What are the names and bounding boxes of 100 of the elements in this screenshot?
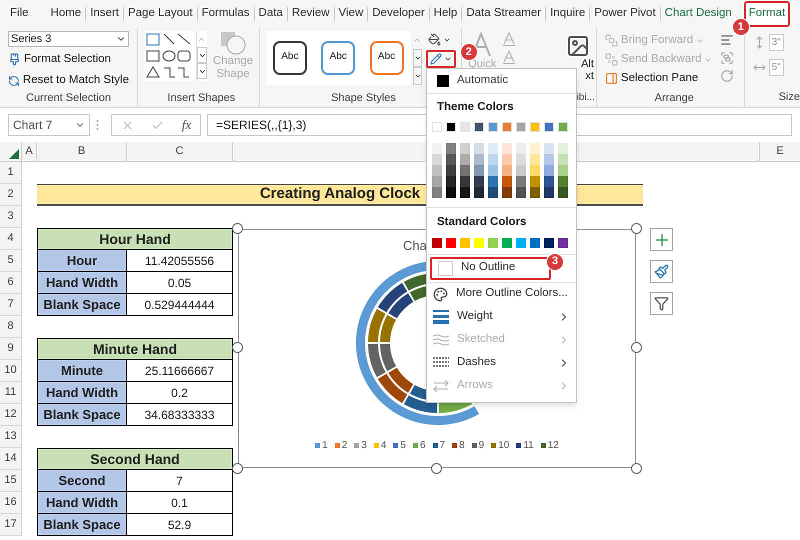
color-swatch[interactable] [474, 143, 484, 154]
color-swatch[interactable] [488, 187, 498, 198]
color-swatch[interactable] [446, 154, 456, 166]
color-swatch[interactable] [460, 154, 470, 166]
color-swatch[interactable] [544, 176, 554, 188]
column-header[interactable]: E [760, 142, 800, 161]
color-swatch[interactable] [558, 154, 568, 166]
row-header[interactable]: 16 [0, 492, 21, 514]
color-swatch[interactable] [502, 154, 512, 166]
ribbon-tab[interactable]: Format [744, 1, 790, 27]
ribbon-tab[interactable]: Power Pivot [590, 1, 660, 27]
color-swatch[interactable] [446, 238, 456, 248]
color-swatch[interactable] [516, 154, 526, 166]
chart-filters-button[interactable] [650, 292, 673, 315]
color-swatch[interactable] [432, 176, 442, 188]
menu-item[interactable]: Dashes [427, 352, 576, 374]
color-swatch[interactable] [488, 165, 498, 176]
gallery-down-button[interactable] [197, 47, 207, 63]
color-swatch[interactable] [446, 165, 456, 176]
ribbon-tab[interactable]: Insert [86, 1, 123, 27]
ribbon-tab[interactable]: Home [46, 1, 86, 27]
color-swatch[interactable] [544, 165, 554, 176]
color-swatch[interactable] [516, 238, 526, 248]
gallery-more-button[interactable] [197, 63, 207, 79]
check-icon[interactable] [151, 118, 164, 132]
color-swatch[interactable] [516, 122, 526, 132]
select-all-icon[interactable] [9, 149, 19, 159]
color-swatch[interactable] [460, 238, 470, 248]
color-swatch[interactable] [544, 187, 554, 198]
color-swatch[interactable] [544, 143, 554, 154]
color-swatch[interactable] [432, 187, 442, 198]
color-swatch[interactable] [432, 143, 442, 154]
ribbon-tab[interactable]: Review [288, 1, 334, 27]
row-header[interactable]: 4 [0, 228, 21, 250]
shape-style-sample[interactable]: Abc [370, 41, 404, 75]
color-swatch[interactable] [432, 154, 442, 166]
color-swatch[interactable] [516, 187, 526, 198]
row-header[interactable]: 17 [0, 514, 21, 536]
color-swatch[interactable] [516, 176, 526, 188]
ribbon-tab[interactable]: Page Layout [124, 1, 197, 27]
color-swatch[interactable] [432, 165, 442, 176]
color-swatch[interactable] [474, 187, 484, 198]
automatic-color-item[interactable]: Automatic [427, 69, 576, 93]
row-header[interactable]: 2 [0, 184, 21, 206]
shape-style-sample[interactable]: Abc [321, 41, 356, 75]
color-swatch[interactable] [516, 165, 526, 176]
color-swatch[interactable] [502, 122, 512, 132]
ribbon-tab[interactable]: Help [430, 1, 462, 27]
color-swatch[interactable] [474, 154, 484, 166]
menu-item[interactable]: Weight [427, 306, 576, 328]
color-swatch[interactable] [474, 176, 484, 188]
row-header[interactable]: 9 [0, 338, 21, 360]
reset-style-button[interactable]: Reset to Match Style [8, 72, 129, 90]
color-swatch[interactable] [446, 176, 456, 188]
color-swatch[interactable] [558, 165, 568, 176]
color-swatch[interactable] [558, 176, 568, 188]
color-swatch[interactable] [558, 122, 568, 132]
color-swatch[interactable] [530, 176, 540, 188]
arrange-button[interactable]: Selection Pane [604, 70, 712, 87]
color-swatch[interactable] [488, 143, 498, 154]
color-swatch[interactable] [432, 238, 442, 248]
color-swatch[interactable] [474, 238, 484, 248]
color-swatch[interactable] [502, 238, 512, 248]
color-swatch[interactable] [530, 143, 540, 154]
rotate-icon[interactable] [720, 69, 734, 83]
color-swatch[interactable] [530, 165, 540, 176]
ribbon-tab[interactable]: Data Streamer [462, 1, 546, 27]
shape-outline-button[interactable] [426, 50, 456, 68]
name-box[interactable]: Chart 7 [8, 114, 90, 136]
ribbon-tab[interactable]: Formulas [198, 1, 254, 27]
color-swatch[interactable] [502, 165, 512, 176]
color-swatch[interactable] [460, 176, 470, 188]
ribbon-tab[interactable]: Data [254, 1, 287, 27]
row-header[interactable]: 14 [0, 448, 21, 470]
insert-function-button[interactable]: fx [182, 115, 192, 135]
chart-elements-button[interactable] [650, 228, 673, 251]
selection-dropdown[interactable]: Series 3 [8, 31, 129, 47]
color-swatch[interactable] [544, 122, 554, 132]
row-header[interactable]: 10 [0, 360, 21, 382]
color-swatch[interactable] [502, 176, 512, 188]
row-header[interactable]: 8 [0, 316, 21, 338]
row-header[interactable]: 7 [0, 294, 21, 316]
color-swatch[interactable] [530, 154, 540, 166]
resize-handle[interactable] [631, 342, 642, 353]
color-swatch[interactable] [460, 165, 470, 176]
color-swatch[interactable] [446, 187, 456, 198]
menu-item[interactable]: No Outline [430, 256, 551, 280]
color-swatch[interactable] [474, 165, 484, 176]
row-header[interactable]: 5 [0, 250, 21, 272]
row-header[interactable]: 13 [0, 426, 21, 448]
color-swatch[interactable] [530, 187, 540, 198]
ribbon-tab[interactable]: Developer [368, 1, 429, 27]
color-swatch[interactable] [460, 143, 470, 154]
align-icon[interactable] [720, 33, 734, 47]
color-swatch[interactable] [530, 122, 540, 132]
color-swatch[interactable] [474, 122, 484, 132]
column-header[interactable]: A [22, 142, 37, 161]
resize-handle[interactable] [631, 223, 642, 234]
row-header[interactable]: 11 [0, 382, 21, 404]
resize-handle[interactable] [232, 463, 243, 474]
